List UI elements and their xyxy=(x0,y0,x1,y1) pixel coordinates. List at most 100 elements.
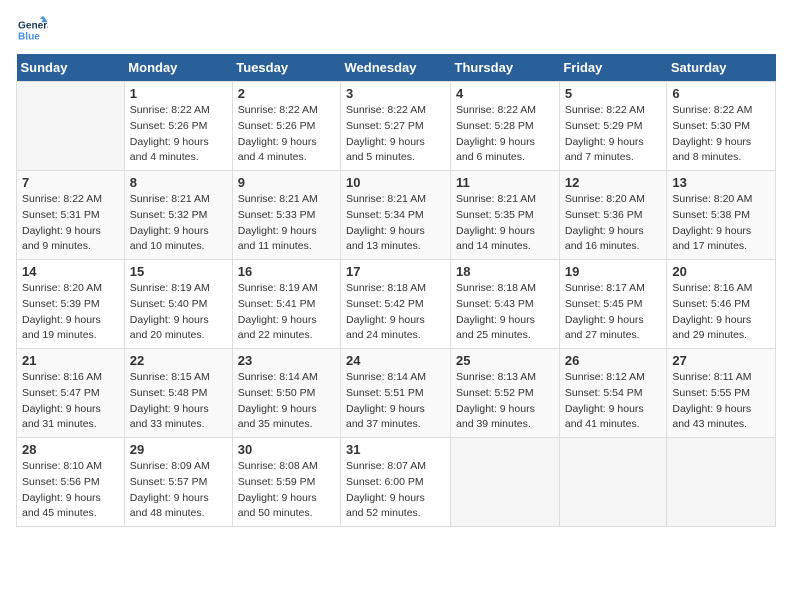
day-info: Sunrise: 8:14 AM Sunset: 5:50 PM Dayligh… xyxy=(238,370,335,433)
column-header-saturday: Saturday xyxy=(667,54,776,82)
column-header-monday: Monday xyxy=(124,54,232,82)
day-cell: 11Sunrise: 8:21 AM Sunset: 5:35 PM Dayli… xyxy=(451,171,560,260)
day-number: 1 xyxy=(130,86,227,101)
day-number: 31 xyxy=(346,442,445,457)
column-header-sunday: Sunday xyxy=(17,54,125,82)
day-number: 20 xyxy=(672,264,770,279)
column-header-tuesday: Tuesday xyxy=(232,54,340,82)
day-cell: 6 Sunrise: 8:22 AM Sunset: 5:30 PM Daylig… xyxy=(667,82,776,171)
day-number: 22 xyxy=(130,353,227,368)
day-number: 4 xyxy=(456,86,554,101)
day-info: Sunrise: 8:16 AM Sunset: 5:47 PM Dayligh… xyxy=(22,370,119,433)
day-number: 17 xyxy=(346,264,445,279)
day-cell: 29 Sunrise: 8:09 AM Sunset: 5:57 PM Dayli… xyxy=(124,438,232,527)
day-info: Sunrise: 8:21 AM Sunset: 5:34 PM Dayligh… xyxy=(346,192,445,255)
day-info: Sunrise: 8:22 AM Sunset: 5:30 PM Dayligh… xyxy=(672,103,770,166)
day-info: Sunrise: 8:22 AM Sunset: 5:29 PM Dayligh… xyxy=(565,103,662,166)
week-row-5: 28 Sunrise: 8:10 AM Sunset: 5:56 PM Dayli… xyxy=(17,438,776,527)
day-info: Sunrise: 8:07 AM Sunset: 6:00 PM Dayligh… xyxy=(346,459,445,522)
day-cell: 18 Sunrise: 8:18 AM Sunset: 5:43 PM Dayli… xyxy=(451,260,560,349)
day-number: 6 xyxy=(672,86,770,101)
day-info: Sunrise: 8:20 AM Sunset: 5:36 PM Dayligh… xyxy=(565,192,662,255)
day-info: Sunrise: 8:22 AM Sunset: 5:28 PM Dayligh… xyxy=(456,103,554,166)
day-cell: 25 Sunrise: 8:13 AM Sunset: 5:52 PM Dayli… xyxy=(451,349,560,438)
day-cell: 27 Sunrise: 8:11 AM Sunset: 5:55 PM Dayli… xyxy=(667,349,776,438)
day-info: Sunrise: 8:18 AM Sunset: 5:43 PM Dayligh… xyxy=(456,281,554,344)
day-cell: 2Sunrise: 8:22 AM Sunset: 5:26 PM Daylig… xyxy=(232,82,340,171)
day-info: Sunrise: 8:12 AM Sunset: 5:54 PM Dayligh… xyxy=(565,370,662,433)
calendar-table: SundayMondayTuesdayWednesdayThursdayFrid… xyxy=(16,54,776,527)
day-info: Sunrise: 8:18 AM Sunset: 5:42 PM Dayligh… xyxy=(346,281,445,344)
header-row: SundayMondayTuesdayWednesdayThursdayFrid… xyxy=(17,54,776,82)
day-number: 16 xyxy=(238,264,335,279)
day-info: Sunrise: 8:19 AM Sunset: 5:40 PM Dayligh… xyxy=(130,281,227,344)
day-cell: 23Sunrise: 8:14 AM Sunset: 5:50 PM Dayli… xyxy=(232,349,340,438)
day-cell: 20 Sunrise: 8:16 AM Sunset: 5:46 PM Dayli… xyxy=(667,260,776,349)
day-info: Sunrise: 8:21 AM Sunset: 5:32 PM Dayligh… xyxy=(130,192,227,255)
day-cell: 3 Sunrise: 8:22 AM Sunset: 5:27 PM Daylig… xyxy=(341,82,451,171)
day-number: 10 xyxy=(346,175,445,190)
day-number: 24 xyxy=(346,353,445,368)
week-row-2: 7 Sunrise: 8:22 AM Sunset: 5:31 PM Daylig… xyxy=(17,171,776,260)
day-cell: 28 Sunrise: 8:10 AM Sunset: 5:56 PM Dayli… xyxy=(17,438,125,527)
day-number: 28 xyxy=(22,442,119,457)
day-cell: 15 Sunrise: 8:19 AM Sunset: 5:40 PM Dayli… xyxy=(124,260,232,349)
day-cell: 31 Sunrise: 8:07 AM Sunset: 6:00 PM Dayli… xyxy=(341,438,451,527)
day-info: Sunrise: 8:16 AM Sunset: 5:46 PM Dayligh… xyxy=(672,281,770,344)
day-number: 13 xyxy=(672,175,770,190)
day-cell: 10 Sunrise: 8:21 AM Sunset: 5:34 PM Dayli… xyxy=(341,171,451,260)
day-info: Sunrise: 8:22 AM Sunset: 5:31 PM Dayligh… xyxy=(22,192,119,255)
week-row-4: 21Sunrise: 8:16 AM Sunset: 5:47 PM Dayli… xyxy=(17,349,776,438)
logo: General Blue xyxy=(16,16,52,44)
day-info: Sunrise: 8:11 AM Sunset: 5:55 PM Dayligh… xyxy=(672,370,770,433)
day-number: 29 xyxy=(130,442,227,457)
day-cell: 4 Sunrise: 8:22 AM Sunset: 5:28 PM Daylig… xyxy=(451,82,560,171)
day-cell: 30Sunrise: 8:08 AM Sunset: 5:59 PM Dayli… xyxy=(232,438,340,527)
day-number: 27 xyxy=(672,353,770,368)
day-number: 5 xyxy=(565,86,662,101)
day-cell: 26 Sunrise: 8:12 AM Sunset: 5:54 PM Dayli… xyxy=(559,349,667,438)
day-info: Sunrise: 8:14 AM Sunset: 5:51 PM Dayligh… xyxy=(346,370,445,433)
week-row-1: 1 Sunrise: 8:22 AM Sunset: 5:26 PM Daylig… xyxy=(17,82,776,171)
calendar-body: 1 Sunrise: 8:22 AM Sunset: 5:26 PM Daylig… xyxy=(17,82,776,527)
day-number: 26 xyxy=(565,353,662,368)
day-cell: 22 Sunrise: 8:15 AM Sunset: 5:48 PM Dayli… xyxy=(124,349,232,438)
day-number: 15 xyxy=(130,264,227,279)
day-number: 18 xyxy=(456,264,554,279)
day-info: Sunrise: 8:20 AM Sunset: 5:39 PM Dayligh… xyxy=(22,281,119,344)
day-cell xyxy=(667,438,776,527)
day-info: Sunrise: 8:08 AM Sunset: 5:59 PM Dayligh… xyxy=(238,459,335,522)
day-cell: 5 Sunrise: 8:22 AM Sunset: 5:29 PM Daylig… xyxy=(559,82,667,171)
column-header-thursday: Thursday xyxy=(451,54,560,82)
svg-text:Blue: Blue xyxy=(18,31,40,42)
day-info: Sunrise: 8:17 AM Sunset: 5:45 PM Dayligh… xyxy=(565,281,662,344)
calendar-header: SundayMondayTuesdayWednesdayThursdayFrid… xyxy=(17,54,776,82)
day-cell xyxy=(17,82,125,171)
day-cell: 7 Sunrise: 8:22 AM Sunset: 5:31 PM Daylig… xyxy=(17,171,125,260)
day-info: Sunrise: 8:22 AM Sunset: 5:27 PM Dayligh… xyxy=(346,103,445,166)
day-info: Sunrise: 8:13 AM Sunset: 5:52 PM Dayligh… xyxy=(456,370,554,433)
column-header-wednesday: Wednesday xyxy=(341,54,451,82)
day-info: Sunrise: 8:21 AM Sunset: 5:33 PM Dayligh… xyxy=(238,192,335,255)
day-cell: 8 Sunrise: 8:21 AM Sunset: 5:32 PM Daylig… xyxy=(124,171,232,260)
day-cell: 19 Sunrise: 8:17 AM Sunset: 5:45 PM Dayli… xyxy=(559,260,667,349)
day-info: Sunrise: 8:10 AM Sunset: 5:56 PM Dayligh… xyxy=(22,459,119,522)
day-cell: 12 Sunrise: 8:20 AM Sunset: 5:36 PM Dayli… xyxy=(559,171,667,260)
day-number: 7 xyxy=(22,175,119,190)
day-number: 12 xyxy=(565,175,662,190)
day-info: Sunrise: 8:22 AM Sunset: 5:26 PM Dayligh… xyxy=(130,103,227,166)
day-info: Sunrise: 8:09 AM Sunset: 5:57 PM Dayligh… xyxy=(130,459,227,522)
day-cell xyxy=(559,438,667,527)
day-cell: 9Sunrise: 8:21 AM Sunset: 5:33 PM Daylig… xyxy=(232,171,340,260)
day-cell: 1 Sunrise: 8:22 AM Sunset: 5:26 PM Daylig… xyxy=(124,82,232,171)
day-cell: 13Sunrise: 8:20 AM Sunset: 5:38 PM Dayli… xyxy=(667,171,776,260)
day-number: 8 xyxy=(130,175,227,190)
day-info: Sunrise: 8:22 AM Sunset: 5:26 PM Dayligh… xyxy=(238,103,335,166)
day-number: 3 xyxy=(346,86,445,101)
day-cell: 24 Sunrise: 8:14 AM Sunset: 5:51 PM Dayli… xyxy=(341,349,451,438)
day-number: 19 xyxy=(565,264,662,279)
day-cell: 14Sunrise: 8:20 AM Sunset: 5:39 PM Dayli… xyxy=(17,260,125,349)
day-info: Sunrise: 8:15 AM Sunset: 5:48 PM Dayligh… xyxy=(130,370,227,433)
day-cell xyxy=(451,438,560,527)
day-number: 25 xyxy=(456,353,554,368)
